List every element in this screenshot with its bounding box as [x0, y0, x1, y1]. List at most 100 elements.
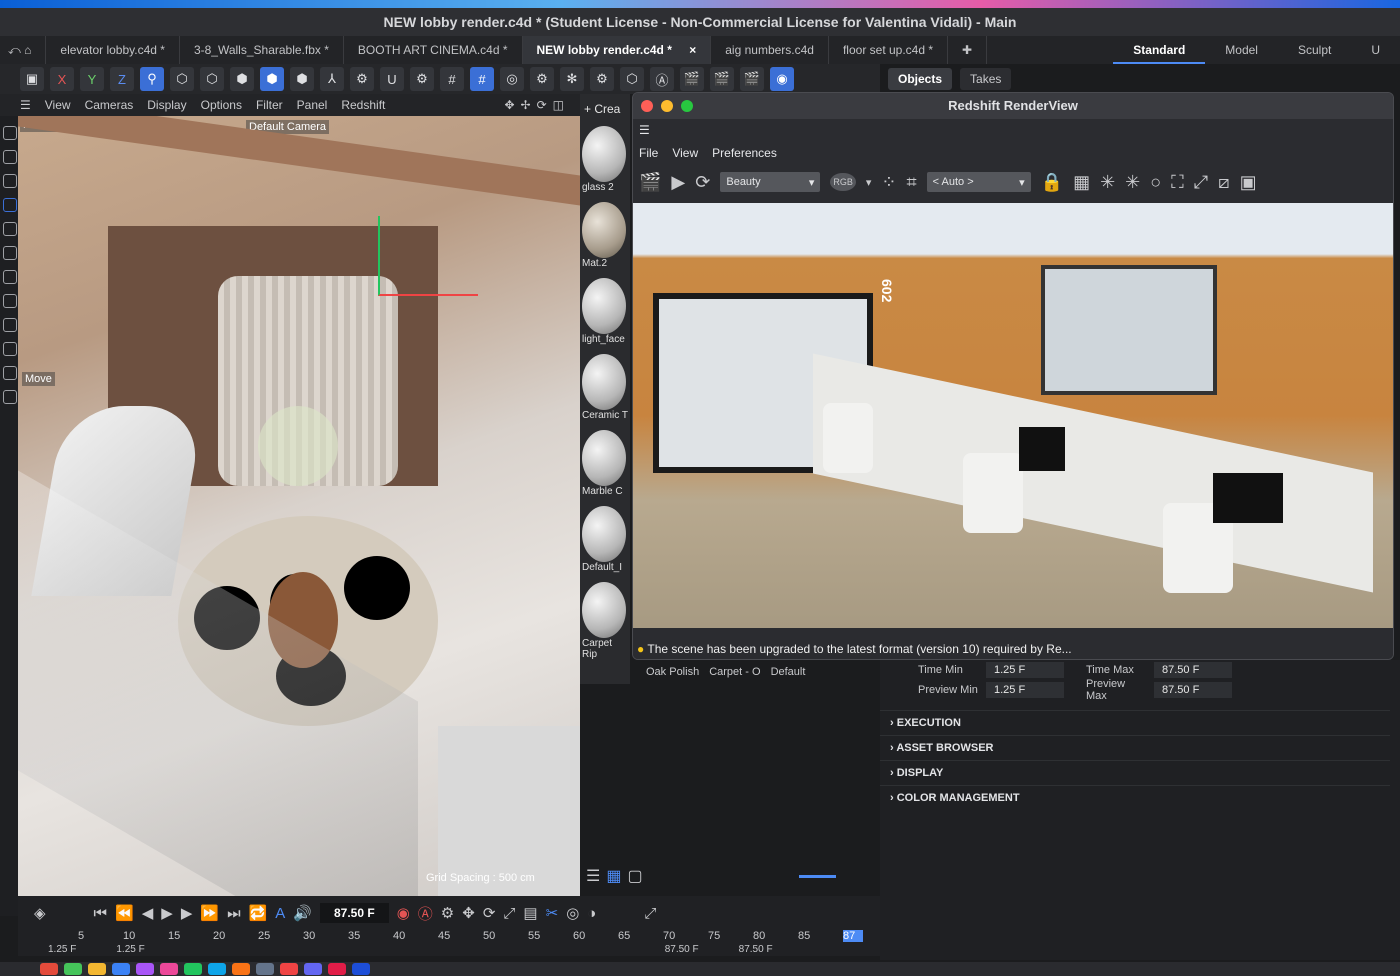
rotate-tool-icon[interactable]: [3, 222, 17, 236]
prev-frame-icon[interactable]: ◀: [142, 904, 154, 922]
material-ceramic[interactable]: Ceramic T: [582, 354, 628, 428]
menu-redshift[interactable]: Redshift: [341, 98, 385, 112]
snowflake-grid-icon[interactable]: ✳: [1125, 172, 1140, 193]
layout-sculpt[interactable]: Sculpt: [1278, 36, 1351, 64]
play-render-icon[interactable]: ▶: [671, 172, 685, 193]
material-glass[interactable]: glass 2: [582, 126, 628, 200]
dock-app-icon[interactable]: [64, 963, 82, 975]
renderview-titlebar[interactable]: Redshift RenderView: [633, 93, 1393, 119]
compare-icon[interactable]: ⧄: [1218, 172, 1229, 193]
material-default[interactable]: Default_I: [582, 506, 628, 580]
keyframe-icon[interactable]: ◈: [34, 904, 46, 922]
tool-icon-12[interactable]: [3, 390, 17, 404]
tool-icon-2[interactable]: [3, 150, 17, 164]
menu-filter[interactable]: Filter: [256, 98, 283, 112]
cube-primitive-icon[interactable]: ⬡: [620, 67, 644, 91]
object-mode-icon[interactable]: ⬢: [290, 67, 314, 91]
render-region-icon[interactable]: ◎: [500, 67, 524, 91]
z-axis-button[interactable]: Z: [110, 67, 134, 91]
tab-walls-sharable[interactable]: 3-8_Walls_Sharable.fbx *: [180, 36, 344, 64]
rv-menu-file[interactable]: File: [639, 146, 658, 160]
tab-takes[interactable]: Takes: [960, 68, 1012, 90]
dock-app-icon[interactable]: [40, 963, 58, 975]
time-min-field[interactable]: 1.25 F: [986, 662, 1064, 678]
menu-cameras[interactable]: Cameras: [85, 98, 134, 112]
pla-key-icon[interactable]: ✂: [546, 904, 559, 922]
menu-panel[interactable]: Panel: [297, 98, 328, 112]
tab-elevator-lobby[interactable]: elevator lobby.c4d *: [46, 36, 180, 64]
add-icon[interactable]: +: [584, 102, 594, 116]
tab-close-icon[interactable]: ×: [689, 43, 696, 57]
polygons-mode-icon[interactable]: ⬢: [230, 67, 254, 91]
create-menu[interactable]: + Crea: [580, 94, 630, 124]
material-light-face[interactable]: light_face: [582, 278, 628, 352]
dock-app-icon[interactable]: [136, 963, 154, 975]
viewport-menu-icon[interactable]: ☰: [20, 98, 31, 112]
tool-icon-7[interactable]: [3, 270, 17, 284]
tool-icon-9[interactable]: [3, 318, 17, 332]
render-settings-icon[interactable]: ⚙: [530, 67, 554, 91]
maximize-window-button[interactable]: [681, 100, 693, 112]
go-to-start-icon[interactable]: ⏮: [94, 905, 108, 922]
dock-app-icon[interactable]: [184, 963, 202, 975]
render-view-icon[interactable]: 🎬: [680, 67, 704, 91]
spline-tool-icon[interactable]: ✻: [560, 67, 584, 91]
viewport-nav-icons[interactable]: ✥✢⟳◫: [504, 98, 570, 112]
tab-aig-numbers[interactable]: aig numbers.c4d: [711, 36, 829, 64]
param-key-icon[interactable]: ▤: [523, 904, 537, 922]
range-start[interactable]: 1.25 F: [48, 944, 76, 955]
move-gizmo[interactable]: [378, 216, 478, 296]
redshift-icon[interactable]: ◉: [770, 67, 794, 91]
timeline-icon[interactable]: ◎: [566, 904, 579, 922]
layout-model[interactable]: Model: [1205, 36, 1278, 64]
tool-icon-8[interactable]: [3, 294, 17, 308]
prev-key-icon[interactable]: ⏪: [115, 904, 134, 922]
refresh-icon[interactable]: ⟳: [695, 172, 710, 193]
menu-display[interactable]: Display: [147, 98, 186, 112]
grid-icon[interactable]: ▦: [1073, 172, 1090, 193]
record-icon[interactable]: ◉: [397, 904, 410, 922]
section-execution[interactable]: › EXECUTION: [880, 710, 1390, 735]
menu-options[interactable]: Options: [201, 98, 242, 112]
section-display[interactable]: › DISPLAY: [880, 760, 1390, 785]
crop-icon[interactable]: ⌗: [907, 172, 917, 193]
menu-view[interactable]: View: [45, 98, 71, 112]
rv-menu-preferences[interactable]: Preferences: [712, 146, 777, 160]
thumbnail-size-slider[interactable]: [798, 874, 836, 878]
next-frame-icon[interactable]: ▶: [181, 904, 193, 922]
layout-more[interactable]: U: [1351, 36, 1400, 64]
move-key-icon[interactable]: ✥: [462, 904, 475, 922]
undo-view-icon[interactable]: ▣: [20, 67, 44, 91]
section-asset-browser[interactable]: › ASSET BROWSER: [880, 735, 1390, 760]
time-max-field[interactable]: 87.50 F: [1154, 662, 1232, 678]
chevron-down-icon[interactable]: ▾: [866, 176, 872, 189]
expand-timeline-icon[interactable]: ⤢: [644, 905, 656, 922]
grid-snap-icon[interactable]: #: [440, 67, 464, 91]
tool-icon-1[interactable]: [3, 126, 17, 140]
next-key-icon[interactable]: ⏩: [200, 904, 219, 922]
camera-dropdown[interactable]: < Auto > ▾: [926, 172, 1031, 192]
x-axis-button[interactable]: X: [50, 67, 74, 91]
y-axis-button[interactable]: Y: [80, 67, 104, 91]
coordinate-system-icon[interactable]: ⚲: [140, 67, 164, 91]
material-carpet-o[interactable]: Carpet - O: [709, 666, 760, 678]
aov-dropdown[interactable]: Beauty ▾: [720, 172, 821, 192]
spline-settings-icon[interactable]: ⚙: [590, 67, 614, 91]
preview-max-field[interactable]: 87.50 F: [1154, 682, 1232, 698]
preview-min-field[interactable]: 1.25 F: [986, 682, 1064, 698]
play-icon[interactable]: ▶: [161, 904, 173, 922]
go-to-end-icon[interactable]: ⏭: [227, 905, 241, 922]
dock-app-icon[interactable]: [112, 963, 130, 975]
lock-icon[interactable]: 🔒: [1041, 172, 1063, 193]
range-end[interactable]: 87.50 F: [665, 944, 699, 955]
move-tool-icon[interactable]: [3, 198, 17, 212]
current-frame-field[interactable]: 87.50 F: [319, 903, 389, 923]
dock-app-icon[interactable]: [304, 963, 322, 975]
dock-app-icon[interactable]: [328, 963, 346, 975]
rotate-key-icon[interactable]: ⟳: [483, 904, 496, 922]
render-settings-clapper-icon[interactable]: 🎬: [740, 67, 764, 91]
model-mode-icon[interactable]: ⬢: [260, 67, 284, 91]
material-default-2[interactable]: Default: [771, 666, 806, 678]
fit-icon[interactable]: ⛶: [1171, 172, 1184, 193]
generator-icon[interactable]: Ⓐ: [650, 67, 674, 91]
